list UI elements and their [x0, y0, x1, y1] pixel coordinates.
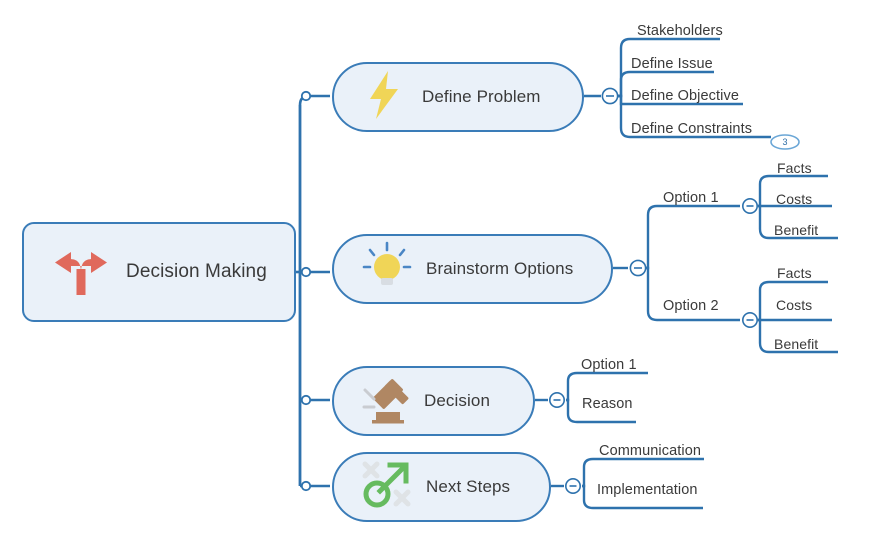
leaf-decision-reason[interactable]: Reason — [582, 396, 633, 412]
fork-arrows-icon — [50, 239, 112, 306]
junction-dot-brainstorm[interactable] — [300, 266, 312, 278]
junction-dot-next-steps[interactable] — [300, 480, 312, 492]
leaf-decision-option1[interactable]: Option 1 — [581, 357, 637, 373]
gavel-icon — [360, 372, 412, 431]
leaf-option1-costs[interactable]: Costs — [776, 191, 812, 207]
branch-label-define-problem: Define Problem — [422, 87, 541, 106]
leaf-implementation[interactable]: Implementation — [597, 482, 698, 498]
leaf-option-1[interactable]: Option 1 — [663, 190, 719, 206]
toggle-option-1[interactable] — [741, 198, 758, 215]
branch-node-next-steps[interactable]: Next Steps — [332, 452, 551, 522]
leaf-communication[interactable]: Communication — [599, 443, 701, 459]
leaf-stakeholders[interactable]: Stakeholders — [637, 23, 723, 39]
leaf-option2-facts[interactable]: Facts — [777, 265, 812, 281]
toggle-next-steps[interactable] — [564, 477, 581, 494]
leaf-option-2[interactable]: Option 2 — [663, 298, 719, 314]
mindmap-canvas: Decision Making Define Problem Brainstor… — [0, 0, 884, 551]
central-node[interactable]: Decision Making — [22, 222, 296, 322]
branch-label-next-steps: Next Steps — [426, 477, 511, 496]
leaf-define-issue[interactable]: Define Issue — [631, 56, 713, 72]
toggle-option-2[interactable] — [741, 311, 758, 328]
leaf-define-constraints[interactable]: Define Constraints — [631, 121, 752, 137]
branch-node-decision[interactable]: Decision — [332, 366, 535, 436]
badge-count-define-constraints[interactable]: 3 — [771, 138, 799, 147]
trunk-junctions — [300, 90, 312, 492]
toggle-brainstorm-options[interactable] — [629, 259, 647, 277]
lightbulb-icon — [362, 241, 412, 298]
lightning-bolt-icon — [364, 69, 406, 126]
central-node-label: Decision Making — [126, 261, 267, 282]
leaf-option2-benefit[interactable]: Benefit — [774, 336, 818, 352]
leaf-option1-facts[interactable]: Facts — [777, 160, 812, 176]
branch-node-define-problem[interactable]: Define Problem — [332, 62, 584, 132]
leaf-option2-costs[interactable]: Costs — [776, 297, 812, 313]
link-option-1 — [646, 204, 740, 270]
leaf-option1-benefit[interactable]: Benefit — [774, 222, 818, 238]
toggle-define-problem[interactable] — [601, 87, 619, 105]
junction-dot-decision[interactable] — [300, 394, 312, 406]
goal-arrow-icon — [360, 458, 414, 517]
branch-node-brainstorm-options[interactable]: Brainstorm Options — [332, 234, 613, 304]
branch-label-brainstorm-options: Brainstorm Options — [426, 259, 574, 278]
leaf-define-objective[interactable]: Define Objective — [631, 88, 739, 104]
branch-label-decision: Decision — [424, 391, 490, 410]
junction-dot-define-problem[interactable] — [300, 90, 312, 102]
toggle-decision[interactable] — [548, 391, 565, 408]
